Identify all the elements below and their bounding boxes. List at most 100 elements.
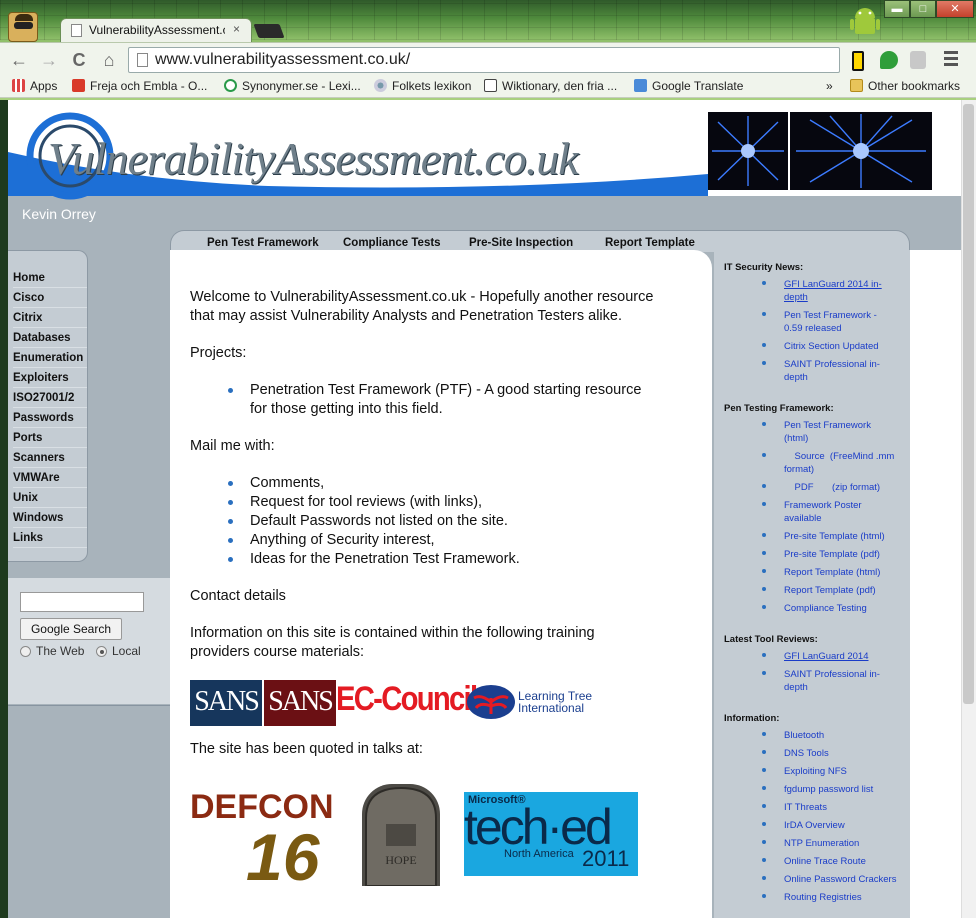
sidebar-link[interactable]: Framework Poster available (784, 499, 902, 525)
sidebar-link[interactable]: Source (FreeMind .mm format) (784, 450, 902, 476)
bookmark-google-translate[interactable]: Google Translate (634, 79, 743, 93)
bookmark-freja[interactable]: Freja och Embla - O... (72, 79, 207, 93)
bookmark-synonymer[interactable]: Synonymer.se - Lexi... (224, 79, 361, 93)
bullet-icon (762, 653, 766, 657)
sidebar-link[interactable]: Report Template (pdf) (784, 584, 902, 597)
minimize-button[interactable]: ▬ (884, 0, 910, 18)
radio-local[interactable] (96, 646, 107, 657)
bullet-icon (762, 786, 766, 790)
sidebar-link[interactable]: Online Password Crackers (784, 873, 902, 886)
sidebar-link[interactable]: GFI LanGuard 2014 in-depth (784, 278, 902, 304)
nav-enumeration[interactable]: Enumeration (13, 349, 87, 368)
learning-tree-logo-text: Learning Tree International (518, 689, 593, 715)
user-avatar-icon[interactable] (8, 12, 38, 42)
radio-the-web[interactable] (20, 646, 31, 657)
nav-unix[interactable]: Unix (13, 489, 87, 508)
bullet-icon (228, 538, 233, 543)
nav-ports[interactable]: Ports (13, 429, 87, 448)
sidebar-link[interactable]: Bluetooth (784, 729, 902, 742)
bookmark-folkets[interactable]: Folkets lexikon (374, 79, 471, 93)
scrollbar-thumb[interactable] (963, 104, 974, 704)
bullet-icon (762, 281, 766, 285)
reload-icon[interactable]: C (68, 49, 90, 71)
nav-windows[interactable]: Windows (13, 509, 87, 528)
tab-close-icon[interactable]: × (233, 22, 240, 36)
bullet-icon (762, 551, 766, 555)
nav-cisco[interactable]: Cisco (13, 289, 87, 308)
tool-extension-icon[interactable] (910, 51, 926, 69)
sidebar-link[interactable]: Pre-site Template (pdf) (784, 548, 902, 561)
top-tabs-bar: Pen Test Framework Compliance Tests Pre-… (170, 230, 910, 252)
welcome-text-line2: that may assist Vulnerability Analysts a… (190, 308, 622, 324)
bullet-icon (228, 388, 233, 393)
tab-title: VulnerabilityAssessment.c (89, 23, 225, 37)
nav-links[interactable]: Links (13, 529, 87, 548)
url-text: www.vulnerabilityassessment.co.uk/ (155, 51, 411, 68)
sidebar-link[interactable]: Pen Test Framework (html) (784, 419, 902, 445)
sidebar-link[interactable]: Pre-site Template (html) (784, 530, 902, 543)
home-icon[interactable]: ⌂ (98, 49, 120, 71)
site-header: VulnerabilityAssessment.co.uk (8, 100, 961, 200)
defcon-logo[interactable]: DEFCON 16 (190, 784, 340, 882)
bookmark-other[interactable]: Other bookmarks (850, 79, 960, 93)
android-icon (850, 8, 880, 34)
sidebar-link[interactable]: Report Template (html) (784, 566, 902, 579)
sidebar-link[interactable]: Exploiting NFS (784, 765, 902, 778)
tab-pen-test-framework[interactable]: Pen Test Framework (207, 237, 319, 249)
nav-vmware[interactable]: VMWAre (13, 469, 87, 488)
sans-logo[interactable]: SANS (264, 680, 336, 726)
nav-passwords[interactable]: Passwords (13, 409, 87, 428)
browser-menu-icon[interactable] (944, 51, 960, 67)
left-nav: Home Cisco Citrix Databases Enumeration … (8, 250, 88, 562)
sidebar-link[interactable]: DNS Tools (784, 747, 902, 760)
tab-report-template[interactable]: Report Template (605, 237, 695, 249)
sidebar-link[interactable]: GFI LanGuard 2014 (784, 650, 902, 663)
google-search-button[interactable]: Google Search (20, 618, 122, 640)
bullet-icon (762, 533, 766, 537)
browser-tab-active[interactable]: VulnerabilityAssessment.c × (60, 18, 252, 42)
contact-details-link[interactable]: Contact details (190, 587, 286, 606)
apps-grid-icon (12, 79, 25, 92)
nav-databases[interactable]: Databases (13, 329, 87, 348)
sidebar-link[interactable]: Pen Test Framework -0.59 released (784, 309, 902, 335)
learning-tree-logo-icon[interactable] (466, 684, 516, 720)
search-input[interactable] (20, 592, 144, 612)
new-tab-button[interactable] (253, 24, 285, 38)
maximize-button[interactable]: □ (910, 0, 936, 18)
chat-extension-icon[interactable] (880, 51, 898, 69)
sidebar-link[interactable]: IrDA Overview (784, 819, 902, 832)
forward-arrow-icon[interactable]: → (38, 49, 60, 71)
back-arrow-icon[interactable]: ← (8, 49, 30, 71)
search-panel: Google Search The Web Local (8, 578, 170, 704)
sans-logo[interactable]: SANS (190, 680, 262, 726)
sidebar-link[interactable]: Online Trace Route (784, 855, 902, 868)
ec-council-logo[interactable]: EC-Council (336, 680, 478, 719)
radio-local-label: Local (112, 644, 141, 658)
hope-logo[interactable]: HOPE (362, 784, 440, 887)
page-viewport: VulnerabilityAssessment.co.uk Kevin Orre… (8, 100, 961, 918)
sidebar-link[interactable]: SAINT Professional in-depth (784, 358, 902, 384)
bookmark-wiktionary[interactable]: Wiktionary, den fria ... (484, 79, 617, 93)
browser-toolbar: ← → C ⌂ www.vulnerabilityassessment.co.u… (0, 42, 976, 76)
sidebar-link[interactable]: Citrix Section Updated (784, 340, 902, 353)
sidebar-link[interactable]: PDF (zip format) (784, 481, 902, 494)
sidebar-link[interactable]: IT Threats (784, 801, 902, 814)
tab-pre-site-inspection[interactable]: Pre-Site Inspection (469, 237, 573, 249)
sidebar-link[interactable]: fgdump password list (784, 783, 902, 796)
nav-home[interactable]: Home (13, 269, 87, 288)
sidebar-link[interactable]: Compliance Testing (784, 602, 902, 615)
nav-citrix[interactable]: Citrix (13, 309, 87, 328)
bookmarks-overflow-chevron[interactable]: » (826, 79, 833, 93)
nav-iso27001[interactable]: ISO27001/2 (13, 389, 87, 408)
close-window-button[interactable]: ✕ (936, 0, 974, 18)
address-bar[interactable]: www.vulnerabilityassessment.co.uk/ (128, 47, 840, 73)
teched-logo[interactable]: Microsoft® tech·ed North America 2011 (464, 792, 638, 876)
nav-exploiters[interactable]: Exploiters (13, 369, 87, 388)
nav-scanners[interactable]: Scanners (13, 449, 87, 468)
sidebar-link[interactable]: Routing Registries (784, 891, 902, 904)
sidebar-link[interactable]: SAINT Professional in-depth (784, 668, 902, 694)
phone-extension-icon[interactable] (852, 51, 864, 71)
bookmark-apps[interactable]: Apps (12, 79, 57, 93)
tab-compliance-tests[interactable]: Compliance Tests (343, 237, 441, 249)
sidebar-link[interactable]: NTP Enumeration (784, 837, 902, 850)
